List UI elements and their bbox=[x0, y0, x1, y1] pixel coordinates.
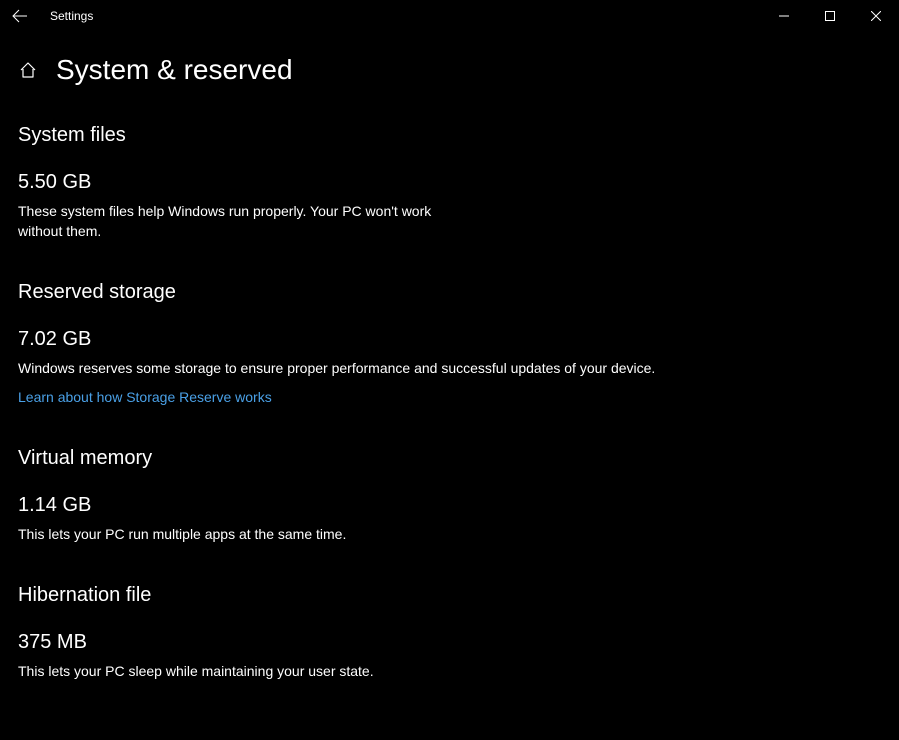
reserved-storage-description: Windows reserves some storage to ensure … bbox=[18, 359, 658, 379]
hibernation-file-value: 375 MB bbox=[18, 631, 881, 654]
maximize-icon bbox=[825, 11, 835, 21]
minimize-button[interactable] bbox=[761, 0, 807, 32]
back-button[interactable] bbox=[8, 4, 32, 28]
titlebar-left: Settings bbox=[8, 4, 93, 28]
home-icon bbox=[19, 61, 37, 79]
system-files-description: These system files help Windows run prop… bbox=[18, 202, 438, 241]
hibernation-file-heading: Hibernation file bbox=[18, 584, 881, 607]
home-button[interactable] bbox=[18, 60, 38, 80]
system-files-heading: System files bbox=[18, 124, 881, 147]
section-virtual-memory: Virtual memory 1.14 GB This lets your PC… bbox=[18, 447, 881, 545]
reserved-storage-heading: Reserved storage bbox=[18, 281, 881, 304]
app-title: Settings bbox=[50, 9, 93, 23]
minimize-icon bbox=[779, 11, 789, 21]
virtual-memory-heading: Virtual memory bbox=[18, 447, 881, 470]
titlebar: Settings bbox=[0, 0, 899, 32]
section-system-files: System files 5.50 GB These system files … bbox=[18, 124, 881, 241]
virtual-memory-value: 1.14 GB bbox=[18, 494, 881, 517]
maximize-button[interactable] bbox=[807, 0, 853, 32]
close-icon bbox=[871, 11, 881, 21]
content: System & reserved System files 5.50 GB T… bbox=[0, 32, 899, 740]
storage-reserve-link[interactable]: Learn about how Storage Reserve works bbox=[18, 389, 272, 405]
page-title: System & reserved bbox=[56, 54, 293, 86]
hibernation-file-description: This lets your PC sleep while maintainin… bbox=[18, 662, 658, 682]
system-files-value: 5.50 GB bbox=[18, 171, 881, 194]
close-button[interactable] bbox=[853, 0, 899, 32]
virtual-memory-description: This lets your PC run multiple apps at t… bbox=[18, 525, 658, 545]
section-hibernation-file: Hibernation file 375 MB This lets your P… bbox=[18, 584, 881, 682]
reserved-storage-value: 7.02 GB bbox=[18, 328, 881, 351]
page-header: System & reserved bbox=[18, 54, 881, 86]
section-reserved-storage: Reserved storage 7.02 GB Windows reserve… bbox=[18, 281, 881, 407]
back-arrow-icon bbox=[12, 8, 28, 24]
window-controls bbox=[761, 0, 899, 32]
